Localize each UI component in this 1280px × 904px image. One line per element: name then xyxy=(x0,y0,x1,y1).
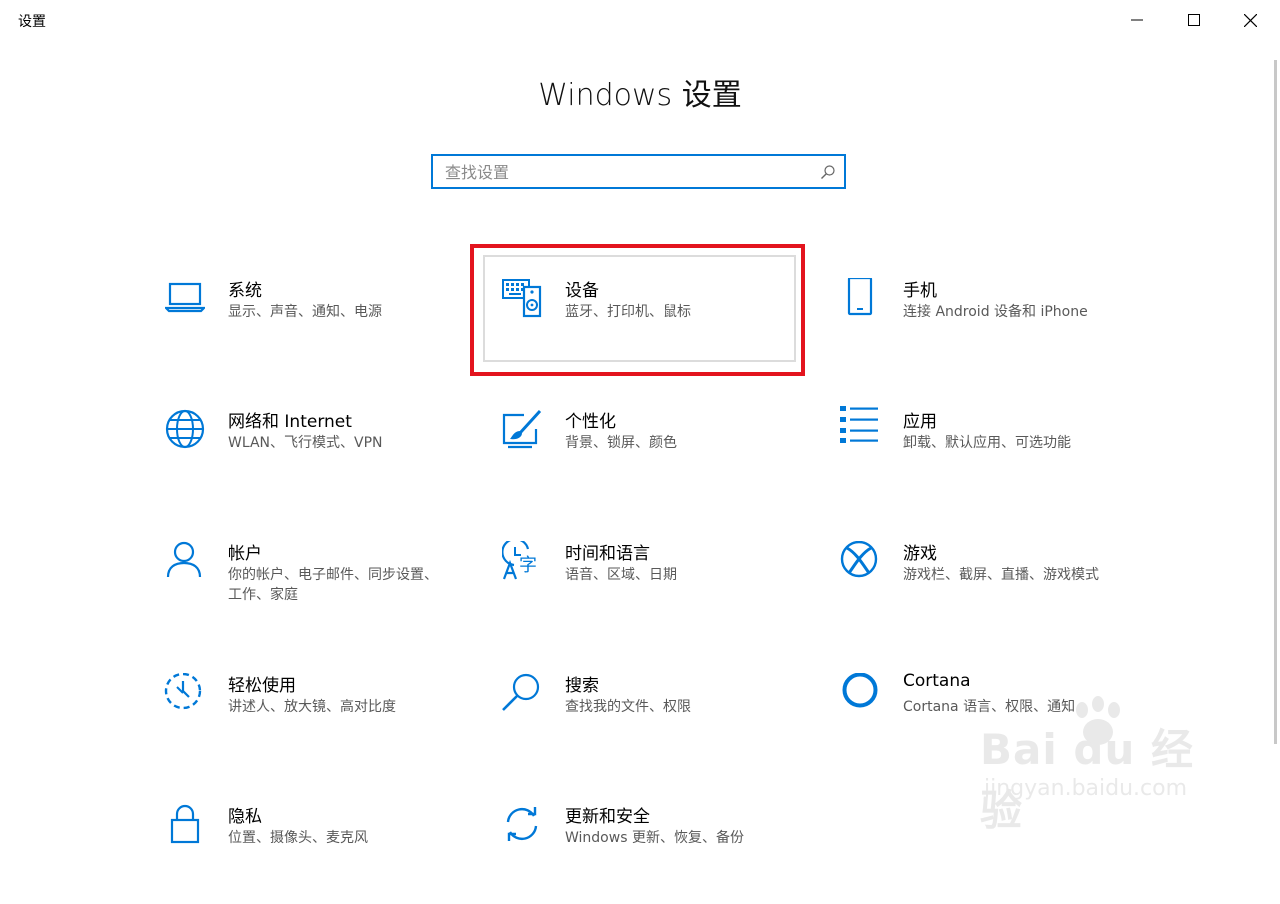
page-title: Windows 设置 xyxy=(538,78,742,113)
tile-title: 游戏 xyxy=(903,544,937,564)
maximize-button[interactable] xyxy=(1165,0,1222,40)
tile-subtitle: 语音、区域、日期 xyxy=(565,567,677,583)
search-box[interactable] xyxy=(431,154,846,189)
close-button[interactable] xyxy=(1222,0,1279,40)
app-title: 设置 xyxy=(18,14,46,30)
tile-subtitle: 位置、摄像头、麦克风 xyxy=(228,830,368,846)
tile-privacy[interactable]: 隐私 位置、摄像头、麦克风 xyxy=(165,804,485,904)
tile-accounts[interactable]: 帐户 你的帐户、电子邮件、同步设置、工作、家庭 xyxy=(165,541,485,641)
tile-subtitle: 你的帐户、电子邮件、同步设置、工作、家庭 xyxy=(228,567,438,603)
tile-system[interactable]: 系统 显示、声音、通知、电源 xyxy=(163,278,485,378)
apps-list-icon xyxy=(840,405,880,445)
maximize-icon xyxy=(1187,14,1200,26)
tile-apps[interactable]: 应用 卸载、默认应用、可选功能 xyxy=(840,405,1160,505)
svg-text:字: 字 xyxy=(519,555,537,576)
globe-icon xyxy=(165,409,205,449)
tile-subtitle: 显示、声音、通知、电源 xyxy=(228,304,382,320)
tile-title: 系统 xyxy=(228,281,262,301)
watermark: Bai du 经验 jingyan.baidu.com xyxy=(980,694,1220,835)
search-input[interactable] xyxy=(445,162,805,182)
tile-subtitle: WLAN、飞行模式、VPN xyxy=(228,435,383,451)
person-icon xyxy=(165,541,205,581)
tile-network[interactable]: 网络和 Internet WLAN、飞行模式、VPN xyxy=(165,409,485,509)
tile-personalization[interactable]: 个性化 背景、锁屏、颜色 xyxy=(502,409,822,509)
tile-subtitle: 蓝牙、打印机、鼠标 xyxy=(565,304,691,320)
phone-icon xyxy=(840,276,880,318)
minimize-button[interactable] xyxy=(1108,0,1165,40)
tile-title: 轻松使用 xyxy=(228,676,296,696)
tile-subtitle: 查找我的文件、权限 xyxy=(565,699,691,715)
tile-subtitle: 讲述人、放大镜、高对比度 xyxy=(228,699,396,715)
tile-subtitle: 卸载、默认应用、可选功能 xyxy=(903,435,1071,451)
cortana-icon xyxy=(840,672,880,713)
tile-subtitle: 连接 Android 设备和 iPhone xyxy=(903,304,1088,320)
tile-title: 应用 xyxy=(903,412,937,432)
magnifier-icon xyxy=(502,673,542,713)
tile-title: 个性化 xyxy=(565,412,616,432)
tile-title: 帐户 xyxy=(228,544,262,564)
close-icon xyxy=(1244,13,1257,27)
tile-title: 设备 xyxy=(565,281,599,301)
minimize-icon xyxy=(1130,19,1143,21)
tile-title: 隐私 xyxy=(228,807,262,827)
tile-title: 时间和语言 xyxy=(565,544,650,564)
tile-phone[interactable]: 手机 连接 Android 设备和 iPhone xyxy=(840,276,1160,378)
scrollbar[interactable] xyxy=(1274,60,1277,744)
tile-title: 网络和 Internet xyxy=(228,412,352,432)
xbox-icon xyxy=(840,540,880,581)
tile-title: 更新和安全 xyxy=(565,807,650,827)
tile-title: 手机 xyxy=(903,281,937,301)
search-icon[interactable] xyxy=(820,164,836,180)
tile-title: 搜索 xyxy=(565,676,599,696)
tile-subtitle: Windows 更新、恢复、备份 xyxy=(565,830,744,846)
time-language-icon: 字 xyxy=(501,537,542,581)
tile-search[interactable]: 搜索 查找我的文件、权限 xyxy=(502,673,822,773)
tile-time-language[interactable]: 字 时间和语言 语音、区域、日期 xyxy=(501,537,822,641)
tile-subtitle: 背景、锁屏、颜色 xyxy=(565,435,677,451)
paint-icon xyxy=(502,409,542,449)
tile-devices[interactable]: 设备 蓝牙、打印机、鼠标 xyxy=(502,278,822,378)
tile-subtitle: 游戏栏、截屏、直播、游戏模式 xyxy=(903,567,1099,583)
ease-of-access-icon xyxy=(163,672,203,713)
tile-title: Cortana xyxy=(903,671,971,691)
tile-update-security[interactable]: 更新和安全 Windows 更新、恢复、备份 xyxy=(502,804,822,904)
watermark-url: jingyan.baidu.com xyxy=(984,776,1188,801)
devices-icon xyxy=(502,278,542,318)
title-bar: 设置 xyxy=(0,0,1280,40)
sync-icon xyxy=(502,804,542,844)
laptop-icon xyxy=(163,278,207,318)
lock-icon xyxy=(165,804,205,844)
tile-ease-of-access[interactable]: 轻松使用 讲述人、放大镜、高对比度 xyxy=(163,672,483,773)
tile-gaming[interactable]: 游戏 游戏栏、截屏、直播、游戏模式 xyxy=(840,540,1160,641)
